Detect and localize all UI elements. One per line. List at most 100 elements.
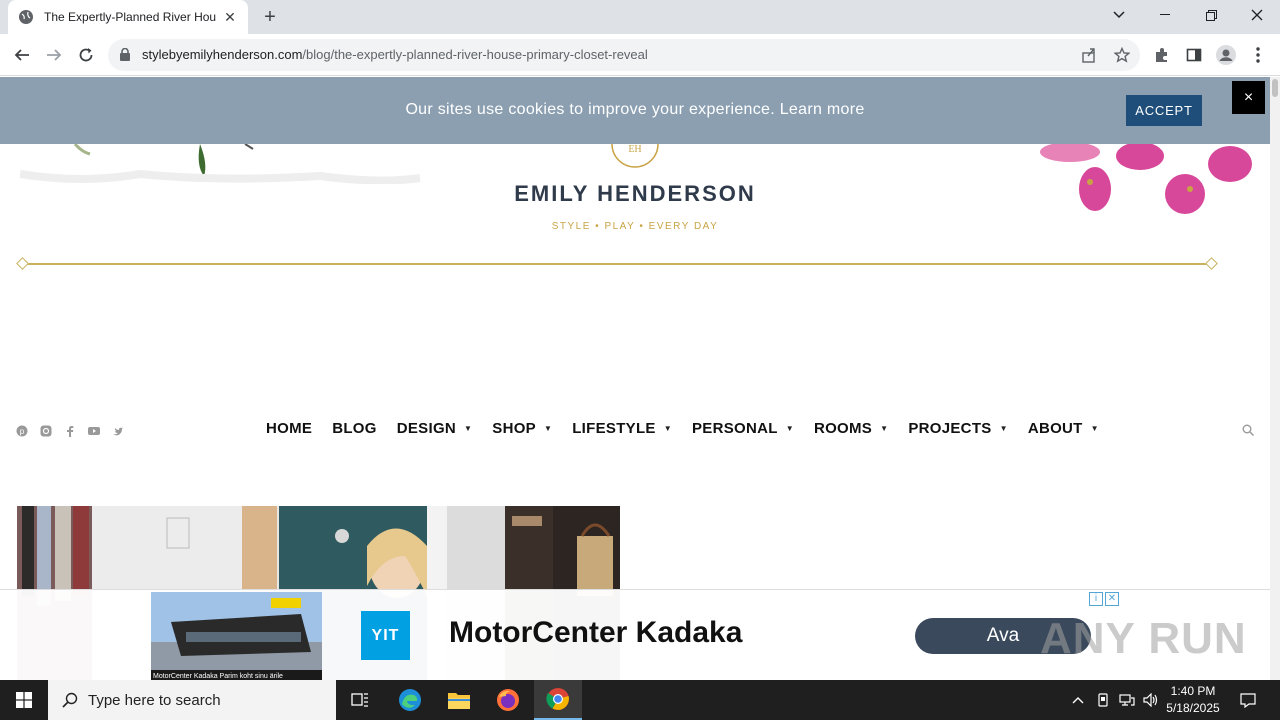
task-view-button[interactable] xyxy=(336,680,384,720)
site-header: EH EMILY HENDERSON STYLE • PLAY • EVERY … xyxy=(0,144,1270,274)
nav-item-home[interactable]: HOME xyxy=(266,420,312,437)
ad-image-caption: MotorCenter Kadaka Parim koht sinu ärile xyxy=(153,673,283,680)
nav-item-projects[interactable]: PROJECTS ▼ xyxy=(908,420,1007,437)
caret-down-icon: ▼ xyxy=(663,424,672,433)
new-tab-button[interactable]: + xyxy=(258,5,282,29)
nav-item-lifestyle[interactable]: LIFESTYLE ▼ xyxy=(572,420,672,437)
floral-decoration-left xyxy=(20,144,421,184)
nav-item-personal[interactable]: PERSONAL ▼ xyxy=(692,420,794,437)
page-scrollbar[interactable] xyxy=(1270,77,1280,680)
instagram-icon[interactable] xyxy=(40,425,52,437)
taskbar-search-placeholder: Type here to search xyxy=(88,691,221,709)
file-explorer-app[interactable] xyxy=(435,680,483,720)
folder-icon xyxy=(448,693,470,709)
nav-item-label: LIFESTYLE xyxy=(572,420,656,437)
facebook-icon[interactable] xyxy=(64,425,76,437)
show-hidden-icons-button[interactable] xyxy=(1068,680,1088,720)
kebab-menu-icon[interactable] xyxy=(1248,45,1268,65)
nav-item-about[interactable]: ABOUT ▼ xyxy=(1028,420,1099,437)
share-icon[interactable] xyxy=(1080,46,1098,64)
side-panel-icon[interactable] xyxy=(1184,45,1204,65)
caret-down-icon: ▼ xyxy=(464,424,473,433)
ad-banner[interactable]: MotorCenter Kadaka Parim koht sinu ärile… xyxy=(0,589,1270,680)
windows-taskbar: Type here to search 1:40 PM 5/18/2025 xyxy=(0,680,1280,720)
reload-button[interactable] xyxy=(71,40,101,70)
cookie-message-line: Our sites use cookies to improve your ex… xyxy=(0,101,1270,119)
floral-decoration-right xyxy=(1040,144,1252,214)
close-icon xyxy=(1251,9,1263,21)
chevron-up-icon xyxy=(1072,697,1084,704)
twitter-icon[interactable] xyxy=(112,425,124,437)
ad-close-icon[interactable]: ✕ xyxy=(1105,592,1119,606)
notifications-icon[interactable] xyxy=(1236,680,1260,720)
back-arrow-icon xyxy=(14,49,29,61)
forward-button[interactable] xyxy=(39,40,69,70)
web-page: Our sites use cookies to improve your ex… xyxy=(0,77,1270,680)
cookie-close-button[interactable]: × xyxy=(1232,81,1265,114)
browser-tab[interactable]: The Expertly-Planned River House ✕ xyxy=(8,0,248,34)
caret-down-icon: ▼ xyxy=(999,424,1008,433)
taskbar-search[interactable]: Type here to search xyxy=(48,680,336,720)
network-icon[interactable] xyxy=(1116,680,1138,720)
nav-menu: HOME BLOG DESIGN ▼ SHOP ▼ LIFESTYLE ▼ PERSO… xyxy=(266,420,1119,437)
edge-app[interactable] xyxy=(386,680,434,720)
chrome-icon xyxy=(546,688,569,710)
browser-toolbar: stylebyemilyhenderson.com/blog/the-exper… xyxy=(0,34,1280,76)
nav-item-label: PROJECTS xyxy=(908,420,992,437)
learn-more-link[interactable]: Learn more xyxy=(780,101,865,118)
url-host: stylebyemilyhenderson.com xyxy=(142,47,303,62)
chevron-down-icon xyxy=(1113,11,1125,19)
forward-arrow-icon xyxy=(47,49,62,61)
device-icon[interactable] xyxy=(1093,680,1113,720)
url-path: /blog/the-expertly-planned-river-house-p… xyxy=(302,47,648,62)
nav-item-label: ABOUT xyxy=(1027,420,1083,437)
restore-button[interactable] xyxy=(1188,0,1234,30)
clock-date: 5/18/2025 xyxy=(1166,701,1220,715)
address-bar[interactable]: stylebyemilyhenderson.com/blog/the-exper… xyxy=(108,39,1140,71)
caret-down-icon: ▼ xyxy=(543,424,553,433)
search-icon[interactable] xyxy=(1242,423,1255,441)
tab-close-icon[interactable]: ✕ xyxy=(222,9,238,25)
nav-item-rooms[interactable]: ROOMS ▼ xyxy=(814,420,888,437)
scrollbar-thumb[interactable] xyxy=(1272,79,1278,97)
caret-down-icon: ▼ xyxy=(1090,424,1099,433)
ad-title[interactable]: MotorCenter Kadaka xyxy=(449,616,742,650)
ad-choices[interactable]: i ✕ xyxy=(1089,592,1119,606)
extensions-icon[interactable] xyxy=(1152,45,1172,65)
cookie-banner: Our sites use cookies to improve your ex… xyxy=(0,77,1270,144)
firefox-app[interactable] xyxy=(484,680,532,720)
nav-item-label: PERSONAL xyxy=(691,420,778,437)
firefox-icon xyxy=(497,689,519,711)
bookmark-star-icon[interactable] xyxy=(1113,46,1131,64)
nav-item-label: SHOP xyxy=(492,420,536,437)
chrome-app[interactable] xyxy=(534,680,582,720)
anyrun-watermark: ANY RUN xyxy=(1040,614,1247,663)
minimize-button[interactable] xyxy=(1142,0,1188,30)
tab-title: The Expertly-Planned River House xyxy=(44,10,216,24)
nav-item-label: HOME xyxy=(266,420,313,437)
ad-info-icon[interactable]: i xyxy=(1089,592,1103,606)
header-divider xyxy=(22,263,1212,265)
globe-icon xyxy=(19,10,33,24)
close-window-button[interactable] xyxy=(1234,0,1280,30)
building-photo: MotorCenter Kadaka Parim koht sinu ärile xyxy=(151,592,322,680)
search-icon xyxy=(62,692,78,708)
clock-time: 1:40 PM xyxy=(1170,684,1216,698)
minimize-icon xyxy=(1160,14,1170,15)
youtube-icon[interactable] xyxy=(88,425,100,437)
back-button[interactable] xyxy=(7,40,37,70)
taskbar-clock[interactable]: 1:40 PM 5/18/2025 xyxy=(1160,683,1226,717)
pinterest-icon[interactable]: p xyxy=(16,425,28,437)
start-button[interactable] xyxy=(0,680,48,720)
reload-icon xyxy=(79,48,93,62)
nav-item-shop[interactable]: SHOP ▼ xyxy=(492,420,552,437)
volume-icon[interactable] xyxy=(1140,680,1162,720)
profile-avatar-icon[interactable] xyxy=(1216,45,1236,65)
nav-item-label: DESIGN xyxy=(396,420,457,437)
ad-image[interactable]: MotorCenter Kadaka Parim koht sinu ärile xyxy=(151,592,322,680)
nav-item-blog[interactable]: BLOG xyxy=(332,420,377,437)
accept-cookies-button[interactable]: ACCEPT xyxy=(1126,95,1202,126)
nav-item-design[interactable]: DESIGN ▼ xyxy=(397,420,473,437)
tab-search-button[interactable] xyxy=(1096,0,1142,30)
svg-text:p: p xyxy=(20,427,25,436)
